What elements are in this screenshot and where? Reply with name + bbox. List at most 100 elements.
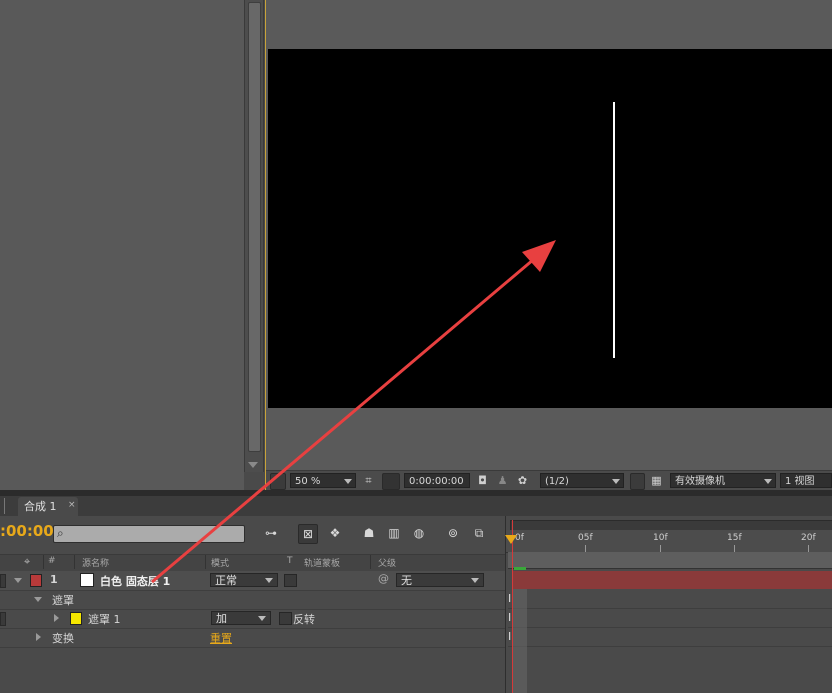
work-area-bar[interactable] [508, 552, 832, 569]
mask-mode-value: 加 [216, 612, 227, 625]
keyframe-nav-icon[interactable]: I [508, 592, 511, 605]
column-track-matte: 轨道蒙板 [304, 559, 341, 569]
project-panel [0, 0, 244, 490]
region-of-interest-icon[interactable]: ⌗ [362, 474, 375, 487]
column-source-name[interactable]: 源名称 [82, 556, 109, 569]
parent-dropdown[interactable]: 无 [396, 573, 484, 587]
composition-canvas[interactable] [268, 49, 832, 408]
property-track-area [508, 590, 832, 693]
time-ruler[interactable] [506, 530, 832, 553]
brainstorm-icon[interactable]: ⊚ [444, 524, 462, 542]
camera-value: 有效摄像机 [675, 476, 725, 487]
viewer-timecode: 0:00:00:00 [409, 476, 464, 487]
chevron-down-icon [344, 479, 352, 484]
layer-row[interactable]: 1 白色 固态层 1 正常 @ 无 [0, 571, 505, 591]
blend-mode-dropdown[interactable]: 正常 [210, 573, 278, 587]
chevron-down-icon [258, 616, 266, 621]
tick-mark [585, 545, 586, 552]
zoom-dropdown[interactable]: 50 % [290, 473, 356, 488]
mask-inverted-label: 反转 [293, 613, 315, 626]
blend-mode-value: 正常 [215, 574, 237, 587]
hide-shy-layers-icon[interactable]: ☗ [360, 524, 378, 542]
live-update-icon[interactable]: ⊠ [298, 524, 318, 544]
preserve-transparency-checkbox[interactable] [284, 574, 297, 587]
mask-color-swatch[interactable] [70, 612, 82, 625]
graph-editor-icon[interactable]: ⧉ [470, 524, 488, 542]
layer-column-header [0, 554, 505, 572]
white-solid-layer[interactable] [613, 102, 615, 358]
composition-mini-flowchart-icon[interactable]: ⊶ [262, 524, 280, 542]
camera-snapshot-icon[interactable]: ◘ [476, 474, 489, 487]
resolution-value: (1/2) [545, 476, 569, 487]
render-cache-indicator [514, 567, 526, 570]
camera-dropdown[interactable]: 有效摄像机 [670, 473, 776, 488]
channel-rgb-icon[interactable]: ✿ [516, 474, 529, 487]
current-frame-column [513, 589, 527, 693]
view-layout-dropdown[interactable]: 1 视图 [780, 473, 832, 488]
timeline-tab-bar [0, 496, 832, 516]
view-layout-value: 1 视图 [785, 476, 815, 487]
keyframe-nav-icon[interactable]: I [508, 630, 511, 643]
expand-mask-icon[interactable] [54, 614, 59, 622]
transform-reset-link[interactable]: 重置 [210, 630, 232, 646]
layer-name[interactable]: 白色 固态层 1 [100, 573, 170, 589]
current-time-field[interactable]: 0:00:00:00 [404, 473, 470, 488]
expand-masks-icon[interactable] [34, 597, 42, 602]
column-separator[interactable] [43, 555, 44, 569]
frame-blending-icon[interactable]: ▥ [385, 524, 403, 542]
zoom-value: 50 % [295, 476, 321, 487]
expand-layer-icon[interactable] [14, 578, 22, 583]
close-icon[interactable]: × [68, 500, 76, 510]
layer-search-input[interactable] [53, 525, 245, 543]
tick-label: 20f [801, 533, 816, 543]
mask-mode-dropdown[interactable]: 加 [211, 611, 271, 625]
prev-tab-edge[interactable] [0, 498, 5, 514]
parent-pickwhip-icon[interactable]: @ [378, 572, 389, 585]
chevron-down-icon [612, 479, 620, 484]
chevron-down-icon [265, 578, 273, 583]
tick-label: 15f [727, 533, 742, 543]
label-tag-icon: ⌖ [24, 555, 31, 568]
keyframe-nav-icon[interactable]: I [508, 611, 511, 624]
toggle-transparency-grid-icon[interactable] [382, 473, 400, 490]
mask-row[interactable]: 遮罩 1 加 反转 [0, 609, 505, 629]
masks-group-label: 遮罩 [52, 594, 74, 607]
transparency-grid-icon[interactable]: ▦ [650, 474, 663, 487]
column-separator[interactable] [370, 555, 371, 569]
timeline-current-time[interactable]: :00:00 [0, 522, 54, 540]
show-snapshot-icon[interactable]: ♟ [496, 474, 509, 487]
tick-mark [660, 545, 661, 552]
transform-row[interactable]: 变换 重置 [0, 628, 505, 648]
tick-label: 05f [578, 533, 593, 543]
transform-label: 变换 [52, 632, 74, 645]
viewer-toolbar: 50 % ⌗ 0:00:00:00 ◘ ♟ ✿ (1/2) ▦ 有效摄像机 1 … [266, 470, 832, 491]
mask-inverted-checkbox[interactable] [279, 612, 292, 625]
layer-label-color[interactable] [30, 574, 42, 587]
mask-name[interactable]: 遮罩 1 [88, 611, 121, 627]
current-time-indicator-line[interactable] [512, 520, 513, 693]
search-icon: ⌕ [57, 526, 64, 540]
track-divider [508, 627, 832, 628]
draft-3d-icon[interactable]: ❖ [326, 524, 344, 542]
motion-blur-icon[interactable]: ◍ [410, 524, 428, 542]
mask-lock-toggle[interactable] [0, 612, 6, 626]
project-scrollbar[interactable] [244, 0, 264, 472]
column-t: T [287, 556, 293, 566]
tick-mark [808, 545, 809, 552]
resolution-dropdown[interactable]: (1/2) [540, 473, 624, 488]
always-preview-icon[interactable] [270, 473, 286, 490]
expand-transform-icon[interactable] [36, 633, 41, 641]
layer-duration-bar[interactable] [512, 571, 832, 589]
scrollbar-thumb[interactable] [248, 2, 261, 452]
column-number: # [48, 556, 56, 566]
column-separator[interactable] [205, 555, 206, 569]
tab-label: 合成 1 [24, 500, 57, 513]
current-time-indicator-handle[interactable] [505, 535, 517, 544]
fast-preview-icon[interactable] [630, 473, 645, 490]
lock-toggle[interactable] [0, 574, 6, 588]
column-parent: 父级 [378, 559, 397, 569]
column-separator[interactable] [74, 555, 75, 569]
scroll-down-icon[interactable] [248, 462, 258, 468]
track-divider [508, 608, 832, 609]
masks-group-row[interactable]: 遮罩 [0, 590, 505, 610]
